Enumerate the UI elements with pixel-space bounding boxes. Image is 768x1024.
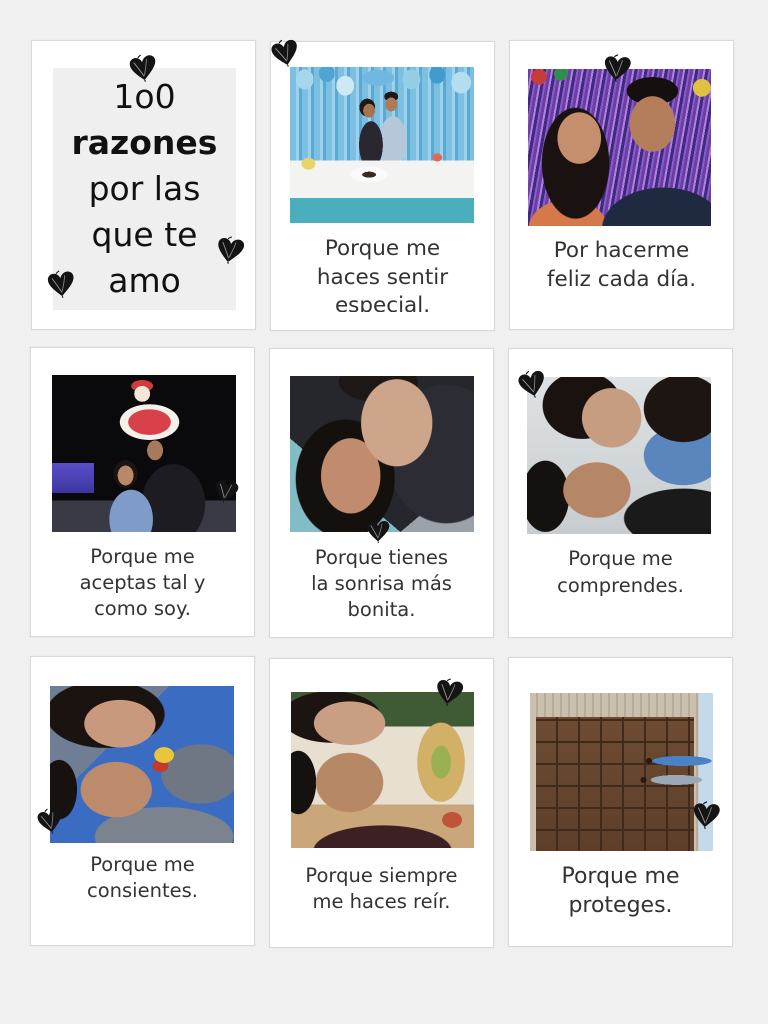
reason-photo bbox=[52, 375, 236, 532]
caption-line: comprendes. bbox=[557, 574, 684, 597]
reason-caption: Porque me aceptas tal y como soy. bbox=[31, 544, 254, 622]
title-line: razones bbox=[71, 123, 218, 162]
reason-caption: Porque me consientes. bbox=[31, 852, 254, 904]
caption-line: consientes. bbox=[87, 879, 198, 902]
caption-line: la sonrisa más bbox=[311, 572, 452, 595]
caption-line: Por hacerme bbox=[553, 238, 690, 263]
heart-doodle-icon bbox=[432, 676, 466, 709]
reason-caption: Por hacerme feliz cada día. bbox=[510, 237, 733, 294]
title-box: 1o0 razones por las que te amo bbox=[53, 68, 236, 310]
heart-doodle-icon bbox=[601, 53, 634, 84]
heart-doodle-icon bbox=[45, 269, 78, 300]
reason-photo bbox=[530, 693, 713, 851]
caption-line: Porque siempre bbox=[305, 864, 458, 887]
caption-line: Porque me bbox=[568, 547, 673, 570]
caption-line: Porque me bbox=[561, 864, 680, 889]
heart-doodle-icon bbox=[213, 234, 247, 267]
reason-photo bbox=[50, 686, 234, 843]
reason-caption: Porque tienes la sonrisa más bonita. bbox=[270, 545, 493, 623]
caption-line: como soy. bbox=[94, 597, 191, 620]
reason-photo bbox=[290, 376, 474, 532]
heart-doodle-icon bbox=[365, 519, 391, 543]
caption-line: Porque me bbox=[324, 236, 441, 261]
caption-line: haces sentir bbox=[316, 264, 449, 290]
reason-card: Porque tienes la sonrisa más bonita. bbox=[269, 348, 494, 638]
caption-line: me haces reír. bbox=[312, 890, 451, 913]
caption-line: Porque me bbox=[90, 545, 195, 568]
reason-caption: Porque siempre me haces reír. bbox=[270, 863, 493, 915]
caption-line: aceptas tal y bbox=[79, 571, 206, 594]
caption-line: feliz cada día. bbox=[546, 266, 697, 292]
reason-photo bbox=[290, 67, 474, 223]
heart-doodle-icon bbox=[126, 52, 160, 84]
caption-line: Porque me bbox=[90, 853, 195, 876]
title-line: que te bbox=[91, 215, 198, 254]
title-line: amo bbox=[108, 261, 181, 300]
reason-caption: Porque me comprendes. bbox=[509, 545, 732, 599]
caption-line: bonita. bbox=[347, 598, 416, 621]
caption-line: especial. bbox=[334, 293, 431, 312]
heart-doodle-icon bbox=[34, 806, 66, 836]
reason-photo bbox=[527, 377, 711, 534]
reason-caption: Porque me haces sentir especial. bbox=[271, 235, 494, 312]
title-line: por las bbox=[88, 169, 201, 208]
reason-card: Por hacerme feliz cada día. bbox=[509, 40, 734, 330]
reason-photo bbox=[528, 69, 711, 226]
reason-photo bbox=[291, 692, 474, 848]
reason-caption: Porque me proteges. bbox=[509, 862, 732, 920]
reason-card: Porque me consientes. bbox=[30, 656, 255, 946]
caption-line: proteges. bbox=[568, 893, 673, 918]
reason-card: Porque me haces sentir especial. bbox=[270, 41, 495, 331]
heart-doodle-icon bbox=[690, 800, 723, 831]
caption-line: Porque tienes bbox=[314, 546, 449, 569]
